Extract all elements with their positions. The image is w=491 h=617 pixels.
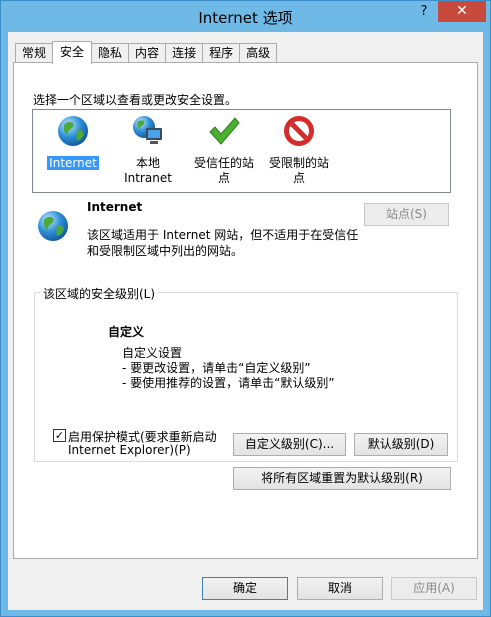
zone-info-desc-1: 该区域适用于 Internet 网站，但不适用于在受信任 <box>87 228 359 242</box>
protected-mode-label-2: Internet Explorer)(P) <box>68 443 191 457</box>
custom-setting-line-3: - 要使用推荐的设置，请单击“默认级别” <box>122 376 335 390</box>
tab-connections[interactable]: 连接 <box>165 43 204 63</box>
ok-button[interactable]: 确定 <box>202 577 288 600</box>
internet-options-window: Internet 选项 ? ✕ 常规 安全 隐私 内容 连接 程序 高级 选择一… <box>0 0 491 617</box>
zone-internet-label: Internet <box>47 156 99 170</box>
intranet-icon <box>133 116 162 144</box>
checkmark-icon <box>209 117 240 145</box>
security-level-name: 自定义 <box>108 325 145 339</box>
tab-programs[interactable]: 程序 <box>202 43 241 63</box>
reset-all-zones-button[interactable]: 将所有区域重置为默认级别(R) <box>233 467 451 490</box>
tab-strip: 常规 安全 隐私 内容 连接 程序 高级 <box>15 41 278 64</box>
zone-info-name: Internet <box>87 200 143 214</box>
zone-select-prompt: 选择一个区域以查看或更改安全设置。 <box>33 93 238 107</box>
tab-general[interactable]: 常规 <box>15 43 54 63</box>
protected-mode-checkbox[interactable]: ✓ <box>53 429 66 442</box>
close-button[interactable]: ✕ <box>438 1 486 22</box>
custom-level-button[interactable]: 自定义级别(C)... <box>233 433 346 456</box>
sites-button[interactable]: 站点(S) <box>364 203 449 226</box>
globe-icon <box>58 116 88 146</box>
cancel-button[interactable]: 取消 <box>297 577 383 600</box>
default-level-button[interactable]: 默认级别(D) <box>354 433 448 456</box>
zone-restricted-label-1: 受限制的站 <box>268 156 329 170</box>
apply-button[interactable]: 应用(A) <box>391 577 477 600</box>
globe-icon <box>38 211 68 241</box>
restricted-icon <box>284 116 314 146</box>
security-level-group-title: 该区域的安全级别(L) <box>40 285 159 302</box>
zone-restricted-label-2: 点 <box>292 171 305 185</box>
tab-privacy[interactable]: 隐私 <box>91 43 130 63</box>
tab-content[interactable]: 内容 <box>128 43 167 63</box>
tab-security[interactable]: 安全 <box>52 41 93 64</box>
zone-list[interactable]: Internet 本地 Intranet 受信任的站 点 受限制的站 点 <box>32 109 451 193</box>
help-button[interactable]: ? <box>413 2 435 22</box>
title-bar[interactable]: Internet 选项 ? ✕ <box>1 1 490 32</box>
zone-restricted-sites[interactable]: 受限制的站 点 <box>254 114 344 186</box>
tab-advanced[interactable]: 高级 <box>239 43 278 63</box>
zone-info-desc-2: 和受限制区域中列出的网站。 <box>87 244 244 258</box>
